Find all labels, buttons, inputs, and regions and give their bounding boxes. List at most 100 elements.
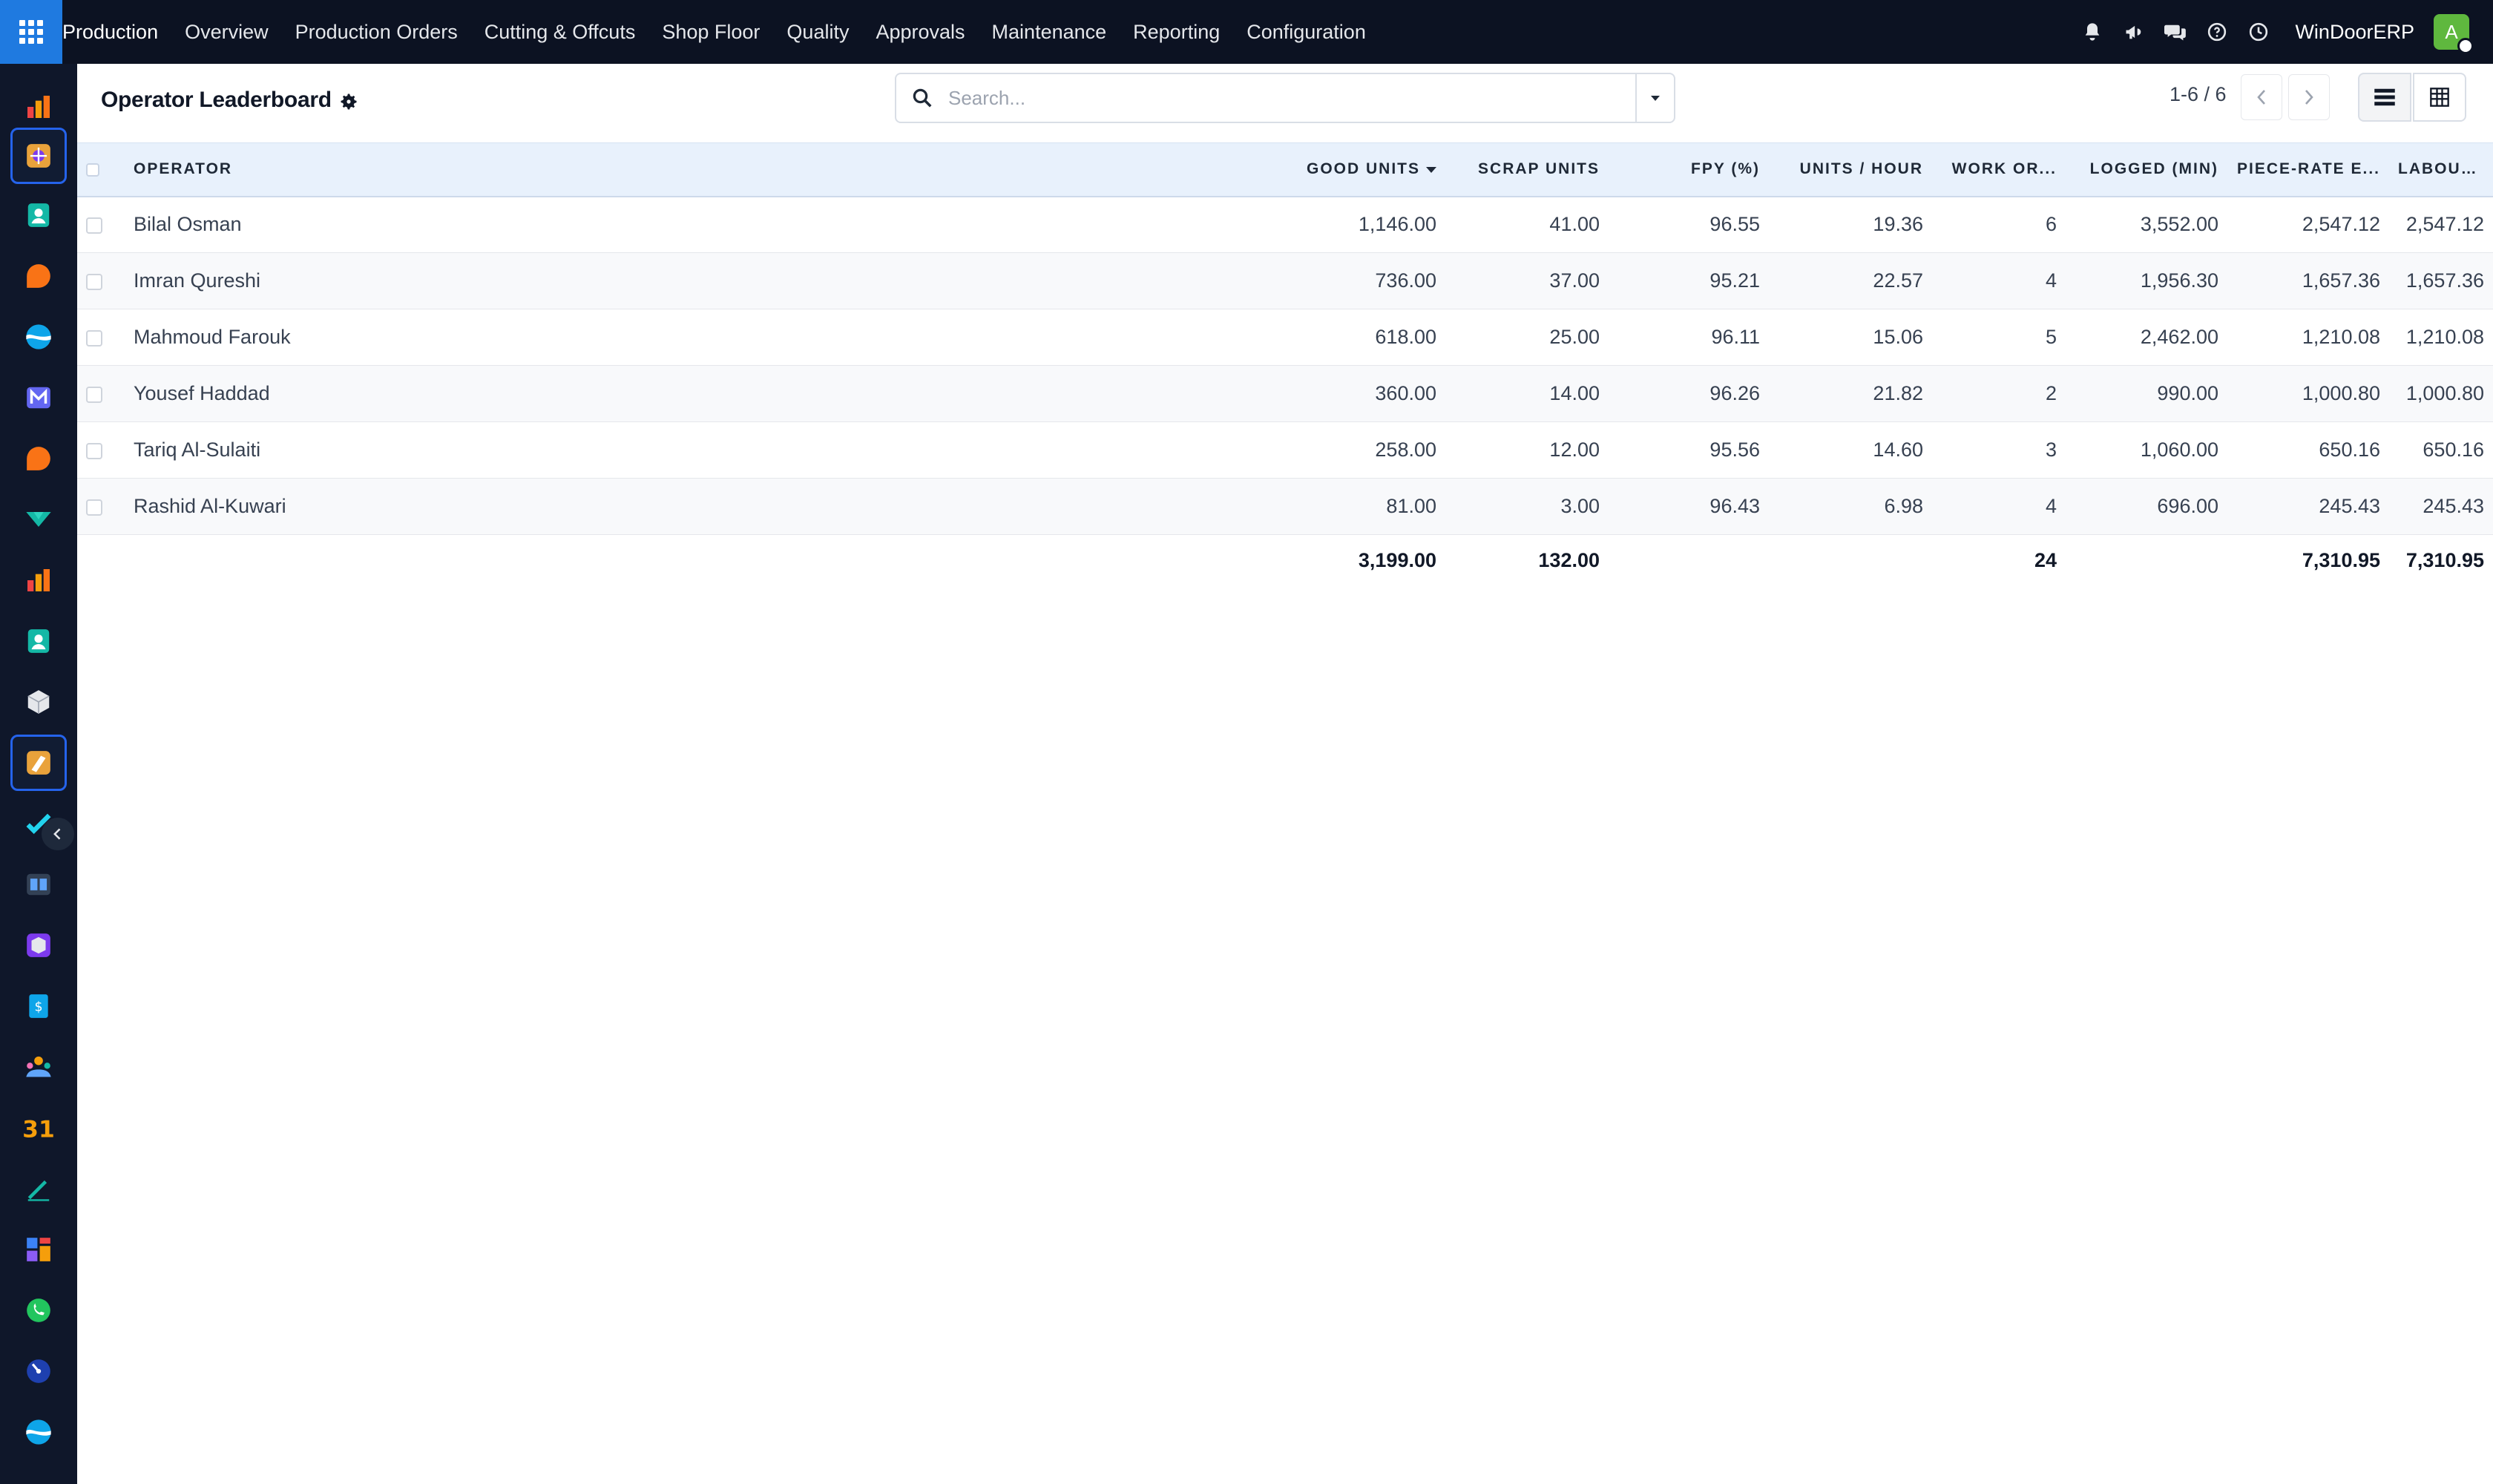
rail-app-social[interactable]	[10, 1404, 67, 1460]
cell-piece-rate: 650.16	[2227, 421, 2389, 479]
pager-value[interactable]: 1-6 / 6	[2170, 83, 2227, 106]
column-header-operator[interactable]: Operator	[125, 142, 1193, 197]
row-checkbox[interactable]	[86, 329, 102, 347]
menu-item-quality[interactable]: Quality	[773, 21, 862, 44]
rail-app-knowledge[interactable]	[10, 856, 67, 913]
grid-icon	[19, 20, 43, 44]
cell-piece-rate: 1,210.08	[2227, 309, 2389, 366]
rail-app-team[interactable]	[10, 1039, 67, 1095]
cell-units-per-hour: 15.06	[1769, 309, 1932, 366]
cell-piece-rate: 1,657.36	[2227, 252, 2389, 309]
table-row[interactable]: Rashid Al-Kuwari 81.00 3.00 96.43 6.98 4…	[77, 478, 2493, 535]
row-checkbox[interactable]	[86, 442, 102, 459]
gear-icon[interactable]	[338, 91, 359, 112]
cell-labour-cost: 1,000.80	[2389, 365, 2493, 422]
row-checkbox[interactable]	[86, 273, 102, 290]
pivot-view-button[interactable]	[2413, 73, 2466, 122]
row-checkbox[interactable]	[86, 217, 102, 234]
rail-app-crm[interactable]	[10, 491, 67, 548]
rail-app-products-icon	[27, 933, 50, 957]
rail-app-apps[interactable]	[10, 1221, 67, 1278]
rail-app-livechat[interactable]	[10, 430, 67, 487]
menu-item-reporting[interactable]: Reporting	[1120, 21, 1233, 44]
menu-item-configuration[interactable]: Configuration	[1233, 21, 1379, 44]
column-header-piece-rate[interactable]: Piece-Rate E...	[2227, 142, 2389, 197]
app-launcher-button[interactable]	[0, 0, 62, 64]
rail-app-project[interactable]	[10, 795, 67, 852]
total-units-per-hour	[1769, 534, 1932, 587]
rail-app-planning[interactable]	[10, 1343, 67, 1399]
app-rail: $ 31	[0, 64, 77, 1484]
menu-item-maintenance[interactable]: Maintenance	[979, 21, 1120, 44]
select-all-checkbox[interactable]	[86, 162, 99, 177]
table-row[interactable]: Imran Qureshi 736.00 37.00 95.21 22.57 4…	[77, 252, 2493, 309]
rail-app-inventory[interactable]	[10, 674, 67, 730]
row-checkbox[interactable]	[86, 499, 102, 516]
rail-app-social-icon	[26, 1419, 51, 1445]
pager-next-button[interactable]	[2288, 74, 2330, 120]
column-header-scrap-units[interactable]: Scrap Units	[1445, 142, 1609, 197]
cell-fpy: 95.56	[1609, 421, 1769, 479]
rail-app-calendar[interactable]: 31	[10, 1100, 67, 1156]
column-header-fpy[interactable]: FPY (%)	[1609, 142, 1769, 197]
avatar-initial: A	[2445, 20, 2458, 43]
chat-icon[interactable]	[2164, 21, 2187, 43]
rail-app-invoicing[interactable]: $	[10, 978, 67, 1034]
table-row[interactable]: Tariq Al-Sulaiti 258.00 12.00 95.56 14.6…	[77, 421, 2493, 479]
rail-app-whatsapp[interactable]	[10, 1282, 67, 1339]
menu-item-approvals[interactable]: Approvals	[862, 21, 978, 44]
company-switcher[interactable]: WinDoorERP	[2295, 21, 2414, 44]
column-header-units-per-hour[interactable]: Units / Hour	[1769, 142, 1932, 197]
table-header-row: Operator Good Units Scrap Units FPY (%) …	[77, 142, 2493, 197]
rail-app-discuss[interactable]	[10, 248, 67, 304]
rail-app-dashboards[interactable]	[10, 79, 67, 135]
bell-icon[interactable]	[2081, 21, 2103, 43]
rail-app-team-icon	[26, 1056, 51, 1077]
column-header-work-orders[interactable]: Work Or...	[1932, 142, 2066, 197]
search-options-toggle[interactable]	[1635, 74, 1674, 122]
totals-label-spacer	[125, 534, 1193, 587]
cell-logged-min: 1,060.00	[2066, 421, 2227, 479]
rail-app-sign[interactable]	[10, 1160, 67, 1217]
cell-good-units: 736.00	[1193, 252, 1445, 309]
rail-app-website[interactable]	[10, 309, 67, 365]
rail-app-contacts-icon	[27, 203, 50, 227]
cell-work-orders: 2	[1932, 365, 2066, 422]
search-input[interactable]	[948, 76, 1635, 120]
rail-app-employees[interactable]	[10, 613, 67, 669]
column-header-labour-cost[interactable]: Labour Cost	[2389, 142, 2493, 197]
column-header-logged-min[interactable]: Logged (min)	[2066, 142, 2227, 197]
presence-dot	[2457, 38, 2474, 54]
rail-app-products[interactable]	[10, 917, 67, 974]
rail-app-knowledge-icon	[27, 873, 50, 896]
pager-previous-button[interactable]	[2241, 74, 2282, 120]
rail-app-reports[interactable]	[10, 552, 67, 608]
column-header-good-units[interactable]: Good Units	[1193, 142, 1445, 197]
app-brand-link[interactable]: Production	[62, 21, 171, 44]
cell-fpy: 96.26	[1609, 365, 1769, 422]
svg-text:$: $	[34, 999, 42, 1014]
rail-app-production[interactable]	[10, 128, 67, 184]
table-row[interactable]: Mahmoud Farouk 618.00 25.00 96.11 15.06 …	[77, 309, 2493, 366]
operator-leaderboard-table: Operator Good Units Scrap Units FPY (%) …	[77, 142, 2493, 587]
table-row[interactable]: Bilal Osman 1,146.00 41.00 96.55 19.36 6…	[77, 196, 2493, 253]
rail-app-manufacturing[interactable]	[10, 735, 67, 791]
cell-good-units: 81.00	[1193, 478, 1445, 535]
user-avatar[interactable]: A	[2434, 14, 2474, 54]
rail-app-contacts[interactable]	[10, 187, 67, 243]
row-checkbox[interactable]	[86, 386, 102, 403]
menu-item-production-orders[interactable]: Production Orders	[282, 21, 471, 44]
menu-item-cutting-offcuts[interactable]: Cutting & Offcuts	[471, 21, 649, 44]
list-view-button[interactable]	[2358, 73, 2411, 122]
cell-operator: Bilal Osman	[125, 196, 1193, 253]
menu-item-overview[interactable]: Overview	[171, 21, 282, 44]
cell-logged-min: 990.00	[2066, 365, 2227, 422]
rail-app-email[interactable]	[10, 370, 67, 426]
column-header-label: Good Units	[1306, 160, 1420, 178]
help-icon[interactable]	[2206, 21, 2228, 43]
megaphone-icon[interactable]	[2123, 21, 2145, 43]
cell-operator: Mahmoud Farouk	[125, 309, 1193, 366]
table-row[interactable]: Yousef Haddad 360.00 14.00 96.26 21.82 2…	[77, 365, 2493, 422]
menu-item-shop-floor[interactable]: Shop Floor	[648, 21, 773, 44]
clock-icon[interactable]	[2247, 21, 2270, 43]
